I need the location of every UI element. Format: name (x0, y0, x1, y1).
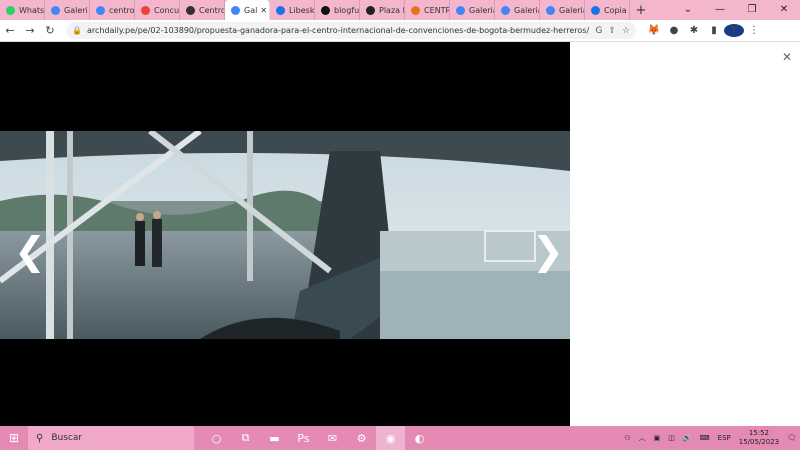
task-view-icon[interactable]: ⧉ (231, 426, 260, 450)
chrome-icon[interactable]: ◉ (376, 426, 405, 450)
tab-8[interactable]: Plaza M (360, 0, 405, 20)
lock-icon[interactable]: 🔒 (72, 26, 82, 35)
share-icon[interactable]: ⇪ (608, 26, 616, 36)
tab-1[interactable]: Galeri (45, 0, 90, 20)
language-indicator[interactable]: ESP (718, 434, 731, 442)
image-viewer: ❮ ❯ (0, 42, 570, 426)
address-bar[interactable]: 🔒 archdaily.pe/pe/02-103890/propuesta-ga… (66, 22, 636, 39)
bookmark-star-icon[interactable]: ☆ (622, 26, 630, 36)
taskbar-search[interactable]: ⚲ Buscar (28, 426, 194, 450)
previous-image-arrow[interactable]: ❮ (14, 232, 46, 270)
chrome-icon (186, 5, 195, 15)
restore-button[interactable]: ❐ (736, 0, 768, 20)
tab-label: blogfu (334, 5, 359, 15)
tab-11[interactable]: Galeria (495, 0, 540, 20)
tab-7[interactable]: blogfu (315, 0, 360, 20)
close-window-button[interactable]: ✕ (768, 0, 800, 20)
profile-avatar[interactable]: Y (724, 24, 744, 37)
url-text: archdaily.pe/pe/02-103890/propuesta-gana… (86, 26, 590, 35)
google-icon (96, 5, 105, 15)
libeskind-icon (276, 5, 285, 15)
people-icon[interactable]: ⚇ (624, 434, 630, 442)
tab-0[interactable]: Whats (0, 0, 45, 20)
tab-close-icon[interactable]: ✕ (260, 6, 267, 15)
extension-lemon-icon[interactable]: ● (664, 25, 684, 36)
metamask-icon[interactable]: 🦊 (644, 25, 664, 36)
image-side-panel: ✕ (570, 42, 800, 426)
photoshop-icon[interactable]: Ps (289, 426, 318, 450)
tab-3[interactable]: Concu (135, 0, 180, 20)
tab-strip: Whats Galeri centro Concu Centro Gal ✕ Libesk bl… (0, 0, 800, 20)
cortana-icon[interactable]: ○ (202, 426, 231, 450)
tab-label: Concu (154, 5, 179, 15)
next-image-arrow[interactable]: ❯ (532, 232, 564, 270)
tab-label: Gal (244, 5, 258, 15)
notifications-icon[interactable]: 🗨 (787, 434, 796, 442)
windows-start-icon[interactable]: ⊞ (0, 431, 28, 445)
tab-2[interactable]: centro (90, 0, 135, 20)
tab-label: Copia (604, 5, 627, 15)
google-icon (546, 5, 555, 15)
gmail-icon (141, 5, 150, 15)
tab-label: Libesk (289, 5, 314, 15)
tab-label: Whats (19, 5, 44, 15)
tab-13[interactable]: Copia (585, 0, 630, 20)
file-explorer-icon[interactable]: ▬ (260, 426, 289, 450)
side-panel-icon[interactable]: ▮ (704, 25, 724, 36)
tab-label: Plaza M (379, 5, 404, 15)
new-tab-button[interactable]: + (630, 3, 652, 18)
tab-6[interactable]: Libesk (270, 0, 315, 20)
settings-gear-icon[interactable]: ⚙ (347, 426, 376, 450)
minimize-button[interactable]: — (704, 0, 736, 20)
google-lens-icon[interactable]: G (595, 26, 602, 36)
clock[interactable]: 15:52 15/05/2023 (739, 429, 779, 447)
keyboard-icon[interactable]: ⌨ (700, 434, 710, 442)
tab-label: Galeria (559, 5, 584, 15)
site-icon (411, 5, 420, 15)
search-icon: ⚲ (36, 432, 44, 444)
google-icon (231, 5, 240, 15)
tab-label: Centro (199, 5, 224, 15)
gallery-image (0, 131, 570, 339)
tab-label: Galeri (64, 5, 88, 15)
reload-button[interactable]: ↻ (40, 24, 60, 37)
tray-chevron-up-icon[interactable]: ︿ (639, 433, 646, 443)
tab-label: Galeria (469, 5, 494, 15)
google-icon (501, 5, 510, 15)
meet-icon[interactable]: ▣ (654, 434, 661, 442)
close-viewer-icon[interactable]: ✕ (782, 50, 792, 64)
clock-date: 15/05/2023 (738, 438, 780, 446)
search-label: Buscar (51, 433, 83, 443)
tab-10[interactable]: Galeria (450, 0, 495, 20)
network-icon[interactable]: ◫ (668, 434, 675, 442)
window-controls: ⌄ — ❐ ✕ (672, 0, 800, 20)
back-button[interactable]: ← (0, 24, 20, 37)
tab-label: centro (109, 5, 134, 15)
google-icon (456, 5, 465, 15)
tab-5[interactable]: Gal ✕ (225, 0, 270, 20)
browser-toolbar: ← → ↻ 🔒 archdaily.pe/pe/02-103890/propue… (0, 20, 800, 42)
edge-icon[interactable]: ◐ (405, 426, 434, 450)
tab-label: Galeria (514, 5, 539, 15)
tab-search-chevron-icon[interactable]: ⌄ (672, 0, 704, 20)
windows-taskbar: ⊞ ⚲ Buscar ○ ⧉ ▬ Ps ✉ ⚙ ◉ ◐ ⚇ ︿ ▣ ◫ 🔊 ⌨ … (0, 426, 800, 450)
pinned-apps: ○ ⧉ ▬ Ps ✉ ⚙ ◉ ◐ (202, 426, 434, 450)
mail-icon[interactable]: ✉ (318, 426, 347, 450)
copia-icon (591, 5, 600, 15)
forward-button[interactable]: → (20, 24, 40, 37)
clock-time: 15:52 (748, 429, 770, 437)
whatsapp-icon (6, 5, 15, 15)
google-icon (51, 5, 60, 15)
plaza-icon (366, 5, 375, 15)
system-tray: ⚇ ︿ ▣ ◫ 🔊 ⌨ ESP 15:52 15/05/2023 🗨 (620, 426, 800, 450)
tab-12[interactable]: Galeria (540, 0, 585, 20)
menu-kebab-icon[interactable]: ⋮ (744, 25, 764, 36)
tab-4[interactable]: Centro (180, 0, 225, 20)
tab-9[interactable]: CENTR (405, 0, 450, 20)
blog-icon (321, 5, 330, 15)
volume-icon[interactable]: 🔊 (683, 434, 692, 442)
extensions-area: 🦊 ● ✱ ▮ Y ⋮ (644, 24, 764, 37)
extensions-puzzle-icon[interactable]: ✱ (684, 25, 704, 36)
tab-label: CENTR (424, 5, 449, 15)
